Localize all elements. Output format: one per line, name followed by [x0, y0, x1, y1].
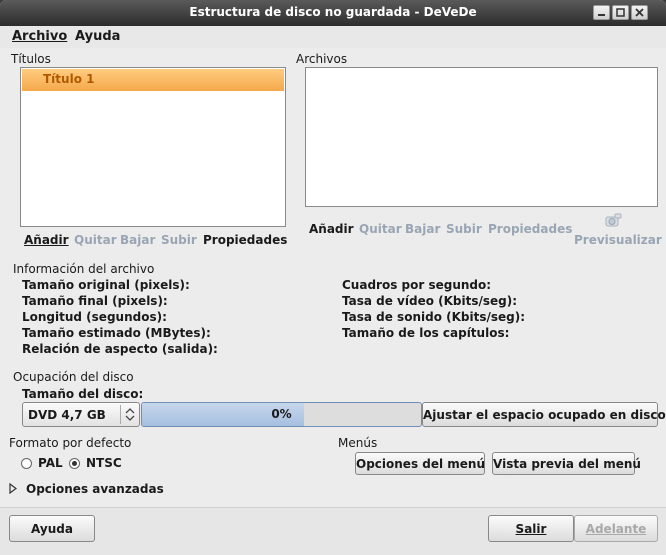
files-add-link[interactable]: Añadir [309, 222, 354, 236]
expander-arrow-icon[interactable] [9, 483, 18, 494]
title-item-label: Título 1 [43, 72, 95, 86]
next-label: Adelante [585, 522, 647, 536]
titles-add-label: Añadir [24, 233, 69, 247]
help-button[interactable]: Ayuda [9, 515, 95, 542]
length-label: Longitud (segundos): [22, 310, 167, 324]
maximize-button[interactable] [612, 5, 629, 20]
close-button[interactable] [631, 5, 648, 20]
pal-label: PAL [38, 456, 63, 470]
titles-add-link[interactable]: Añadir [24, 233, 69, 247]
files-header: Archivos [296, 52, 348, 66]
exit-label: Salir [515, 522, 547, 536]
disc-usage-text: 0% [271, 407, 292, 421]
spin-arrows-icon [125, 408, 135, 421]
minimize-icon [598, 14, 605, 16]
estimated-size-label: Tamaño estimado (MBytes): [22, 326, 211, 340]
menus-header: Menús [338, 436, 378, 450]
files-properties-link[interactable]: Propiedades [488, 222, 572, 236]
list-item[interactable]: Título 1 [22, 69, 284, 91]
exit-button[interactable]: Salir [488, 515, 574, 542]
titles-remove-link[interactable]: Quitar [74, 233, 117, 247]
fps-label: Cuadros por segundo: [342, 278, 492, 292]
title-bar[interactable]: Estructura de disco no guardada - DeVeDe [0, 0, 666, 26]
advanced-options-expander[interactable]: Opciones avanzadas [26, 482, 164, 496]
minimize-button[interactable] [593, 5, 610, 20]
titles-up-link[interactable]: Subir [161, 233, 197, 247]
disc-size-value: DVD 4,7 GB [28, 408, 106, 422]
aspect-ratio-label: Relación de aspecto (salida): [22, 342, 218, 356]
format-header: Formato por defecto [9, 436, 132, 450]
files-up-link[interactable]: Subir [446, 222, 482, 236]
disc-size-select[interactable]: DVD 4,7 GB [22, 402, 140, 427]
bottom-bar: Ayuda Salir Adelante [0, 507, 666, 555]
menu-preview-button[interactable]: Vista previa del menú [492, 452, 641, 475]
preview-icon [605, 213, 622, 227]
maximize-icon [616, 8, 625, 17]
next-button[interactable]: Adelante [574, 515, 658, 542]
close-icon [635, 8, 644, 17]
files-preview-link[interactable]: Previsualizar [574, 233, 662, 247]
window-title: Estructura de disco no guardada - DeVeDe [189, 5, 477, 19]
pal-radio[interactable] [21, 458, 32, 469]
titles-header: Títulos [11, 52, 51, 66]
menu-bar: Archivo Ayuda [0, 26, 666, 48]
chapter-size-label: Tamaño de los capítulos: [342, 326, 510, 340]
disc-usage-header: Ocupación del disco [13, 370, 134, 384]
files-remove-link[interactable]: Quitar [359, 222, 402, 236]
titles-list[interactable]: Título 1 [20, 67, 286, 227]
final-size-label: Tamaño final (pixels): [22, 294, 168, 308]
menu-archivo[interactable]: Archivo [12, 29, 67, 44]
disc-size-label: Tamaño del disco: [22, 387, 144, 401]
titles-properties-link[interactable]: Propiedades [203, 233, 287, 247]
titles-down-link[interactable]: Bajar [120, 233, 155, 247]
ntsc-radio[interactable] [69, 458, 80, 469]
adjust-disc-button[interactable]: Ajustar el espacio ocupado en disco [422, 402, 666, 427]
ntsc-label: NTSC [86, 456, 122, 470]
main-window: Estructura de disco no guardada - DeVeDe… [0, 0, 666, 555]
video-rate-label: Tasa de vídeo (Kbits/seg): [342, 294, 518, 308]
combo-divider [120, 405, 121, 424]
file-info-header: Información del archivo [13, 262, 155, 276]
audio-rate-label: Tasa de sonido (Kbits/seg): [342, 310, 526, 324]
files-down-link[interactable]: Bajar [405, 222, 440, 236]
original-size-label: Tamaño original (pixels): [22, 278, 190, 292]
disc-usage-bar: 0% [141, 402, 422, 427]
files-list[interactable] [305, 67, 658, 207]
menu-ayuda[interactable]: Ayuda [75, 29, 120, 44]
menu-options-button[interactable]: Opciones del menú [355, 452, 485, 475]
